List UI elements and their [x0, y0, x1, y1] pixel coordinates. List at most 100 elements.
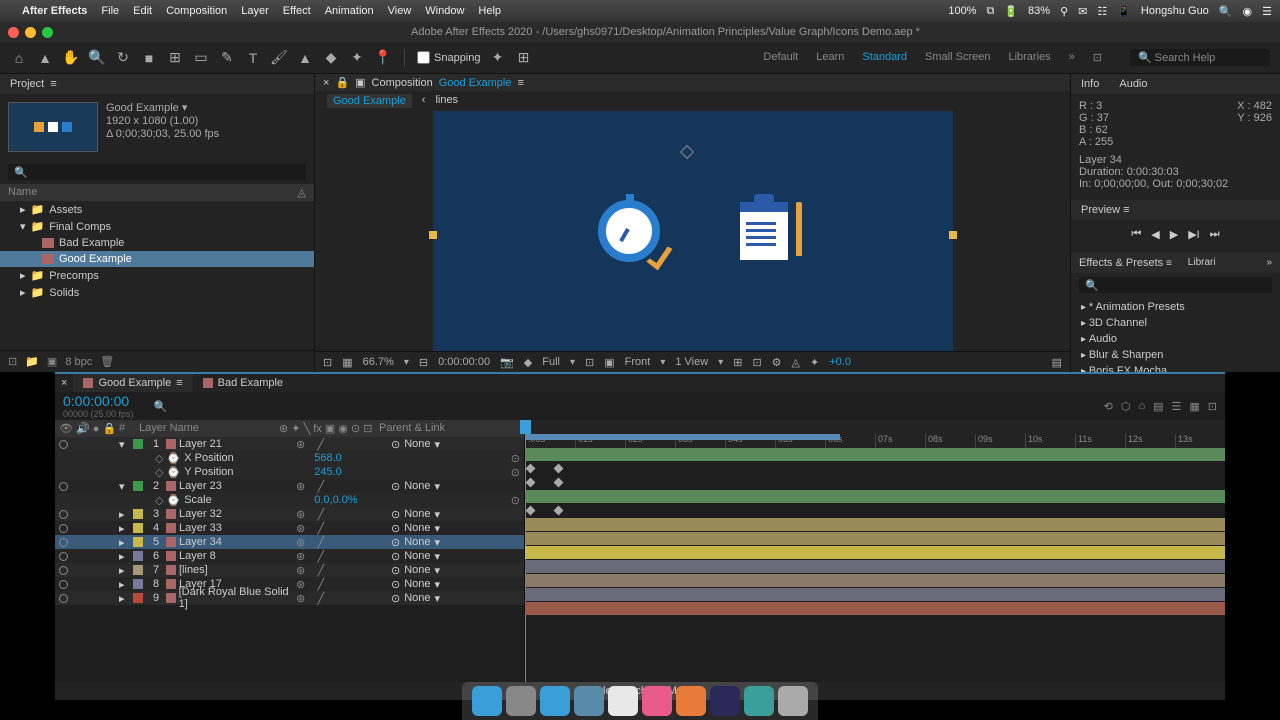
folder-final-comps[interactable]: ▾ 📁 Final Comps — [0, 218, 314, 235]
project-tab[interactable]: Project ≡ — [0, 74, 314, 94]
user-label[interactable]: Hongshu Guo — [1141, 5, 1209, 17]
comp-good-example[interactable]: Good Example — [0, 251, 314, 267]
time-ruler[interactable]: :00s01s02s03s04s05s06s07s08s09s10s11s12s… — [525, 420, 1225, 448]
viewer-option-icon[interactable]: ◬ — [792, 356, 800, 369]
layer-bar[interactable] — [525, 518, 1225, 531]
graph-editor-icon[interactable]: ▦ — [1189, 400, 1199, 413]
dock-app-mail[interactable] — [574, 686, 604, 716]
view-select[interactable]: Front — [625, 356, 651, 368]
bpc-toggle[interactable]: 8 bpc — [65, 356, 92, 368]
layer-row[interactable]: ▸3 Layer 32⊛ ╱⊙ None ▾ — [55, 507, 524, 521]
viewer-option-icon[interactable]: ✦ — [810, 356, 819, 369]
layer-row[interactable]: ▸7 [lines]⊛ ╱⊙ None ▾ — [55, 563, 524, 577]
mask-icon[interactable]: ▣ — [604, 356, 614, 369]
layer-bar[interactable] — [525, 602, 1225, 615]
snap-option-icon[interactable]: ✦ — [489, 49, 507, 67]
layer-row[interactable]: ▸9 [Dark Royal Blue Solid 1]⊛ ╱⊙ None ▾ — [55, 591, 524, 605]
layer-row[interactable]: ▾1 Layer 21⊛ ╱⊙ None ▾ — [55, 437, 524, 451]
dock-app-trash[interactable] — [778, 686, 808, 716]
siri-icon[interactable]: ◉ — [1243, 5, 1253, 18]
panel-overflow-icon[interactable]: » — [1258, 253, 1280, 273]
zoom-level[interactable]: 66.7% — [363, 356, 394, 368]
stamp-tool-icon[interactable]: ▲ — [296, 49, 314, 67]
comp-tab-name[interactable]: Good Example — [439, 77, 512, 89]
dock-app-music[interactable] — [642, 686, 672, 716]
breadcrumb-item[interactable]: lines — [435, 94, 458, 108]
lock-icon[interactable]: 🔒 — [335, 76, 349, 89]
canvas[interactable] — [433, 111, 953, 351]
panel-menu-icon[interactable]: ≡ — [517, 77, 523, 89]
viewer-option-icon[interactable]: ⊡ — [752, 356, 761, 369]
preview-tab[interactable]: Preview ≡ — [1071, 200, 1280, 220]
libraries-tab[interactable]: Librari — [1180, 253, 1224, 273]
workspace-libraries[interactable]: Libraries — [1008, 51, 1050, 64]
layer-bar[interactable] — [525, 560, 1225, 573]
time-display[interactable]: 0:00:00:00 — [438, 356, 490, 368]
layer-row[interactable]: ▸5 Layer 34⊛ ╱⊙ None ▾ — [55, 535, 524, 549]
close-window-button[interactable] — [8, 27, 19, 38]
layer-bar[interactable] — [525, 546, 1225, 559]
puppet-tool-icon[interactable]: 📍 — [374, 49, 392, 67]
snapping-checkbox[interactable] — [417, 51, 430, 64]
dock-app-launchpad[interactable] — [506, 686, 536, 716]
menu-window[interactable]: Window — [425, 5, 464, 17]
pan-behind-tool-icon[interactable]: ⊞ — [166, 49, 184, 67]
fast-preview-icon[interactable]: ⊡ — [323, 356, 332, 369]
new-comp-icon[interactable]: ▣ — [47, 355, 57, 368]
effects-category[interactable]: ▸ * Animation Presets — [1071, 299, 1280, 315]
graph-editor-icon[interactable]: ⊡ — [1208, 400, 1217, 413]
rect-tool-icon[interactable]: ▭ — [192, 49, 210, 67]
home-icon[interactable]: ⌂ — [10, 49, 28, 67]
dock-app-aftereffects[interactable] — [710, 686, 740, 716]
close-tab-icon[interactable]: × — [323, 77, 329, 89]
control-center-icon[interactable]: ☰ — [1262, 5, 1272, 18]
workspace-smallscreen[interactable]: Small Screen — [925, 51, 990, 64]
menu-file[interactable]: File — [101, 5, 119, 17]
snap-grid-icon[interactable]: ⊞ — [515, 49, 533, 67]
viewer-menu-icon[interactable]: ▤ — [1052, 356, 1062, 369]
zoom-tool-icon[interactable]: 🔍 — [88, 49, 106, 67]
brush-tool-icon[interactable]: 🖌 — [270, 49, 288, 67]
composition-viewer[interactable] — [315, 111, 1070, 351]
breadcrumb-item[interactable]: Good Example — [327, 94, 412, 108]
resolution-icon[interactable]: ⊟ — [419, 356, 428, 369]
guides-icon[interactable]: ⊡ — [585, 356, 594, 369]
anchor-point-icon[interactable] — [680, 145, 694, 159]
property-row[interactable]: ◇ ⌚X Position568.0⊙ — [55, 451, 524, 465]
layer-row[interactable]: ▾2 Layer 23⊛ ╱⊙ None ▾ — [55, 479, 524, 493]
next-frame-icon[interactable]: ▶I — [1188, 228, 1200, 241]
tree-type-icon[interactable]: ◬ — [298, 186, 306, 199]
roto-tool-icon[interactable]: ✦ — [348, 49, 366, 67]
snapping-toggle[interactable]: Snapping — [417, 51, 481, 64]
wifi-icon[interactable]: ⚲ — [1060, 5, 1068, 18]
viewer-option-icon[interactable]: ⚙ — [772, 356, 782, 369]
motion-blur-icon[interactable]: ☰ — [1172, 400, 1182, 413]
panel-menu-icon[interactable]: ≡ — [50, 78, 56, 90]
workspace-options-icon[interactable]: ⊡ — [1093, 51, 1102, 64]
dock-app-firefox[interactable] — [676, 686, 706, 716]
type-tool-icon[interactable]: T — [244, 49, 262, 67]
dock-app-app[interactable] — [744, 686, 774, 716]
layer-bar[interactable] — [525, 574, 1225, 587]
last-frame-icon[interactable]: ⏭ — [1210, 228, 1220, 241]
audio-tab[interactable]: Audio — [1109, 74, 1157, 94]
comp-thumbnail[interactable] — [8, 102, 98, 152]
eraser-tool-icon[interactable]: ◆ — [322, 49, 340, 67]
menu-edit[interactable]: Edit — [133, 5, 152, 17]
workspace-standard[interactable]: Standard — [862, 51, 907, 64]
selection-tool-icon[interactable]: ▲ — [36, 49, 54, 67]
orbit-tool-icon[interactable]: ↻ — [114, 49, 132, 67]
info-tab[interactable]: Info — [1071, 74, 1109, 94]
comp-bad-example[interactable]: Bad Example — [0, 235, 314, 251]
play-icon[interactable]: ▶ — [1170, 228, 1178, 241]
effects-presets-tab[interactable]: Effects & Presets ≡ — [1071, 253, 1180, 273]
current-timecode[interactable]: 0:00:00:00 — [63, 393, 134, 409]
close-tab-icon[interactable]: × — [55, 374, 73, 392]
pen-tool-icon[interactable]: ✎ — [218, 49, 236, 67]
resolution-select[interactable]: Full — [542, 356, 560, 368]
timeline-track-area[interactable]: :00s01s02s03s04s05s06s07s08s09s10s11s12s… — [525, 420, 1225, 682]
menu-view[interactable]: View — [388, 5, 412, 17]
workspace-more-icon[interactable]: » — [1069, 51, 1075, 64]
timeline-search-icon[interactable]: 🔍 — [154, 400, 168, 413]
app-name[interactable]: After Effects — [22, 5, 87, 17]
